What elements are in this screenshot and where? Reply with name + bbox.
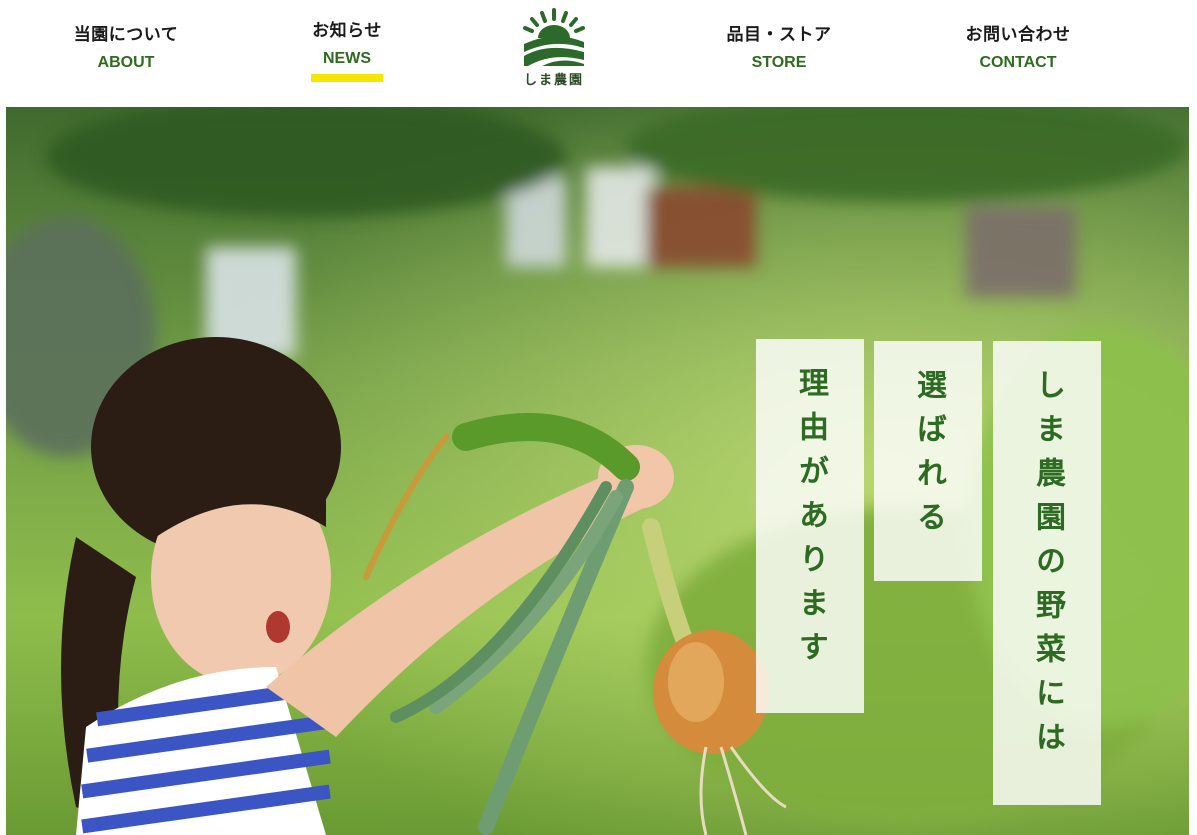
catchphrase-line-3: 理由があります <box>756 339 864 713</box>
nav-label-ja: 当園について <box>73 25 179 45</box>
site-logo[interactable]: しま農園 <box>512 8 596 94</box>
site-header: 当園について ABOUT お知らせ NEWS しま農園 品目・ストア STORE… <box>0 0 1197 107</box>
hero-section: しま農園の野菜には 選ばれる 理由があります <box>6 107 1189 835</box>
nav-label-ja: お問い合わせ <box>965 25 1071 45</box>
logo-text: しま農園 <box>523 73 584 88</box>
nav-label-en: NEWS <box>323 50 371 67</box>
nav-item-store[interactable]: 品目・ストア STORE <box>699 24 859 73</box>
active-nav-underline <box>311 74 383 82</box>
nav-label-en: STORE <box>751 54 807 71</box>
catchphrase-line-1: しま農園の野菜には <box>993 341 1101 805</box>
catchphrase-line-2: 選ばれる <box>874 341 982 581</box>
nav-label-ja: 品目・ストア <box>726 25 832 45</box>
nav-label-en: ABOUT <box>97 54 155 71</box>
nav-label-ja: お知らせ <box>312 21 382 41</box>
nav-item-contact[interactable]: お問い合わせ CONTACT <box>938 24 1098 73</box>
nav-item-news[interactable]: お知らせ NEWS <box>267 21 427 82</box>
nav-label-en: CONTACT <box>979 54 1057 71</box>
nav-item-about[interactable]: 当園について ABOUT <box>46 24 206 73</box>
farm-sun-field-icon <box>523 8 585 66</box>
